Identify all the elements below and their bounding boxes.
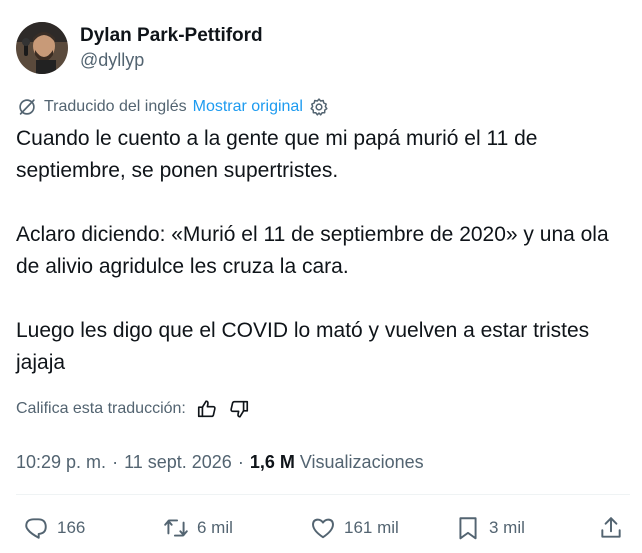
retweet-button[interactable]: 6 mil: [163, 508, 233, 548]
tweet-paragraph: Aclaro diciendo: «Murió el 11 de septiem…: [16, 223, 609, 278]
reply-icon: [23, 515, 49, 541]
gear-icon[interactable]: [309, 97, 329, 117]
rate-translation: Califica esta traducción:: [16, 397, 250, 421]
meta-separator: ·: [237, 451, 244, 472]
bookmark-button[interactable]: 3 mil: [455, 508, 525, 548]
tweet-time[interactable]: 10:29 p. m.: [16, 452, 106, 473]
share-icon: [598, 515, 624, 541]
retweet-icon: [163, 515, 189, 541]
tweet-paragraph: Luego les digo que el COVID lo mató y vu…: [16, 319, 590, 374]
bookmark-icon: [455, 515, 481, 541]
translated-label: Traducido del inglés: [44, 98, 187, 115]
translate-icon: [16, 96, 38, 118]
reply-button[interactable]: 166: [23, 508, 85, 548]
meta-separator: ·: [112, 451, 119, 472]
share-button[interactable]: [598, 508, 624, 548]
heart-icon: [310, 515, 336, 541]
author-display-name[interactable]: Dylan Park-Pettiford: [80, 24, 263, 48]
retweet-count: 6 mil: [197, 518, 233, 537]
views-count: 1,6 M: [249, 451, 295, 472]
like-count: 161 mil: [344, 518, 399, 537]
tweet-header: Dylan Park-Pettiford @dyllyp: [16, 20, 263, 76]
thumbs-up-icon[interactable]: [196, 398, 218, 420]
thumbs-down-icon[interactable]: [228, 398, 250, 420]
tweet-paragraph: Cuando le cuento a la gente que mi papá …: [16, 127, 538, 182]
tweet-date[interactable]: 11 sept. 2026: [124, 452, 232, 473]
bookmark-count: 3 mil: [489, 518, 525, 537]
translation-bar: Traducido del inglés Mostrar original: [16, 95, 329, 119]
rate-translation-label: Califica esta traducción:: [16, 400, 186, 417]
divider: [16, 494, 630, 495]
views-label: Visualizaciones: [299, 451, 424, 472]
author-names: Dylan Park-Pettiford @dyllyp: [80, 24, 263, 72]
action-bar: 166 6 mil 161 mil 3 mil: [0, 508, 642, 548]
show-original-link[interactable]: Mostrar original: [193, 98, 303, 116]
author-handle[interactable]: @dyllyp: [80, 48, 263, 72]
tweet-meta: 10:29 p. m. · 11 sept. 2026 · 1,6 M Visu…: [16, 449, 424, 475]
tweet-text: Cuando le cuento a la gente que mi papá …: [16, 123, 628, 379]
avatar[interactable]: [16, 22, 68, 74]
reply-count: 166: [57, 518, 86, 537]
like-button[interactable]: 161 mil: [310, 508, 399, 548]
